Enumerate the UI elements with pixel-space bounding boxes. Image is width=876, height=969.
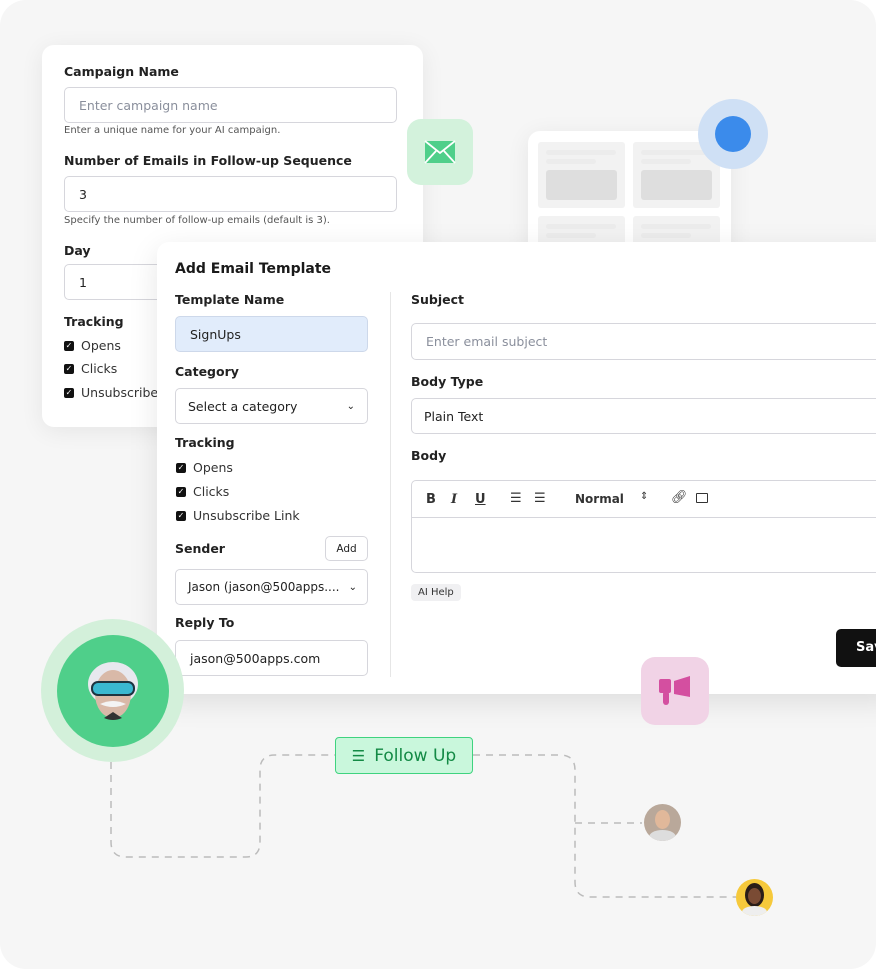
flow-line-right bbox=[473, 754, 736, 898]
category-label: Category bbox=[175, 364, 239, 379]
category-value: Select a category bbox=[188, 398, 298, 414]
flow-line-left bbox=[110, 754, 335, 858]
ai-help-button[interactable]: AI Help bbox=[411, 584, 461, 601]
check-icon: ✓ bbox=[64, 340, 74, 351]
editor-toolbar: B I U ☰ ☰ Normal ⇕ 🔗︎ bbox=[412, 481, 876, 518]
follow-up-node[interactable]: ☰ Follow Up bbox=[335, 737, 473, 774]
column-divider bbox=[390, 292, 391, 677]
select-arrows-icon: ⇕ bbox=[640, 491, 649, 502]
checkbox-label: Unsubscribe Link bbox=[193, 508, 300, 523]
checkbox-label: Unsubscribe bbox=[81, 385, 159, 400]
italic-button[interactable]: I bbox=[451, 492, 457, 507]
num-emails-help: Specify the number of follow-up emails (… bbox=[64, 215, 330, 226]
tracking-opens-checkbox[interactable]: ✓ Opens bbox=[64, 338, 121, 353]
body-label: Body bbox=[411, 448, 447, 463]
format-select[interactable]: Normal bbox=[575, 492, 624, 506]
status-dot bbox=[698, 99, 768, 169]
einstein-goggles-avatar-icon bbox=[87, 661, 138, 720]
campaign-name-help: Enter a unique name for your AI campaign… bbox=[64, 125, 281, 136]
ai-avatar bbox=[41, 619, 184, 762]
checkbox-label: Opens bbox=[193, 460, 233, 475]
checkbox-label: Clicks bbox=[193, 484, 230, 499]
underline-button[interactable]: U bbox=[475, 492, 486, 507]
contact-avatar-woman bbox=[736, 879, 773, 916]
bullet-list-icon[interactable]: ☰ bbox=[534, 491, 546, 506]
subject-label: Subject bbox=[411, 292, 464, 307]
list-icon: ☰ bbox=[351, 746, 366, 765]
check-icon: ✓ bbox=[64, 363, 74, 374]
num-emails-label: Number of Emails in Follow-up Sequence bbox=[64, 153, 352, 168]
tracking-clicks-checkbox[interactable]: ✓ Clicks bbox=[64, 361, 117, 376]
sender-select[interactable]: Jason (jason@500apps.... ⌄ bbox=[175, 569, 368, 605]
chevron-down-icon: ⌄ bbox=[346, 400, 355, 412]
check-icon: ✓ bbox=[176, 510, 186, 521]
sender-value: Jason (jason@500apps.... bbox=[188, 580, 340, 594]
image-icon[interactable] bbox=[696, 493, 708, 503]
modal-title: Add Email Template bbox=[175, 261, 332, 277]
body-type-select[interactable]: Plain Text bbox=[411, 398, 876, 434]
campaign-name-input[interactable]: Enter campaign name bbox=[64, 87, 397, 123]
ordered-list-icon[interactable]: ☰ bbox=[510, 491, 522, 506]
category-select[interactable]: Select a category ⌄ bbox=[175, 388, 368, 424]
modal-tracking-opens-checkbox[interactable]: ✓ Opens bbox=[176, 460, 233, 475]
template-name-input[interactable]: SignUps bbox=[175, 316, 368, 352]
campaign-name-label: Campaign Name bbox=[64, 64, 179, 79]
subject-input[interactable]: Enter email subject bbox=[411, 323, 876, 360]
email-tile bbox=[407, 119, 473, 185]
add-sender-button[interactable]: Add bbox=[325, 536, 368, 561]
tracking-unsubscribe-checkbox[interactable]: ✓ Unsubscribe bbox=[64, 385, 158, 400]
reply-to-label: Reply To bbox=[175, 615, 235, 630]
contact-avatar-man bbox=[644, 804, 681, 841]
modal-tracking-unsubscribe-checkbox[interactable]: ✓ Unsubscribe Link bbox=[176, 508, 300, 523]
modal-tracking-clicks-checkbox[interactable]: ✓ Clicks bbox=[176, 484, 229, 499]
envelope-icon bbox=[424, 140, 456, 164]
checkbox-label: Opens bbox=[81, 338, 121, 353]
thumbs-down-icon bbox=[659, 676, 690, 705]
check-icon: ✓ bbox=[176, 462, 186, 473]
day-label: Day bbox=[64, 243, 91, 258]
check-icon: ✓ bbox=[176, 486, 186, 497]
num-emails-input[interactable]: 3 bbox=[64, 176, 397, 212]
add-email-template-modal: Add Email Template Template Name SignUps… bbox=[157, 242, 876, 694]
save-button[interactable]: Save bbox=[836, 629, 876, 667]
follow-up-label: Follow Up bbox=[374, 745, 457, 766]
sender-label: Sender bbox=[175, 541, 225, 556]
tracking-label: Tracking bbox=[64, 314, 124, 329]
body-type-label: Body Type bbox=[411, 374, 484, 389]
modal-tracking-label: Tracking bbox=[175, 435, 235, 450]
chevron-down-icon: ⌄ bbox=[348, 581, 357, 593]
template-name-label: Template Name bbox=[175, 292, 285, 307]
body-editor[interactable]: B I U ☰ ☰ Normal ⇕ 🔗︎ bbox=[411, 480, 876, 573]
bold-button[interactable]: B bbox=[426, 492, 436, 507]
checkbox-label: Clicks bbox=[81, 361, 118, 376]
link-icon[interactable]: 🔗︎ bbox=[671, 490, 688, 505]
reply-to-input[interactable]: jason@500apps.com bbox=[175, 640, 368, 676]
check-icon: ✓ bbox=[64, 387, 74, 398]
dislike-tile bbox=[641, 657, 709, 725]
